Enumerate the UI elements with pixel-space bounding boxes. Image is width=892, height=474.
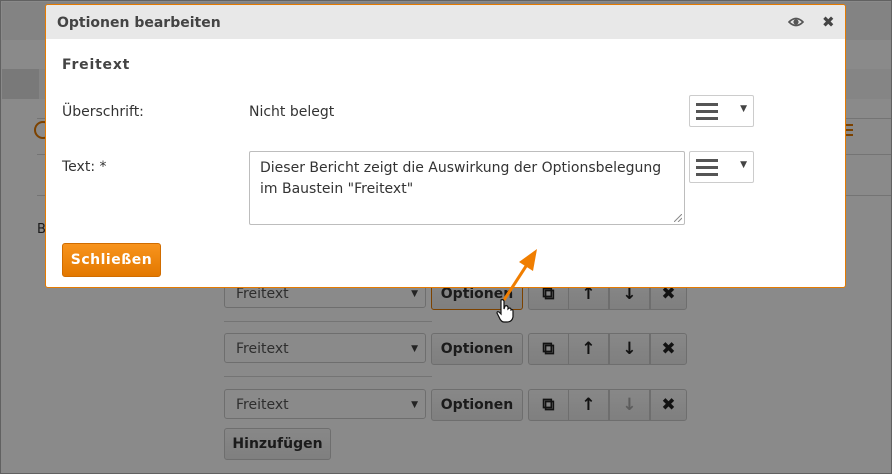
hand-cursor-icon [496, 299, 514, 323]
annotation-arrow [502, 249, 537, 301]
